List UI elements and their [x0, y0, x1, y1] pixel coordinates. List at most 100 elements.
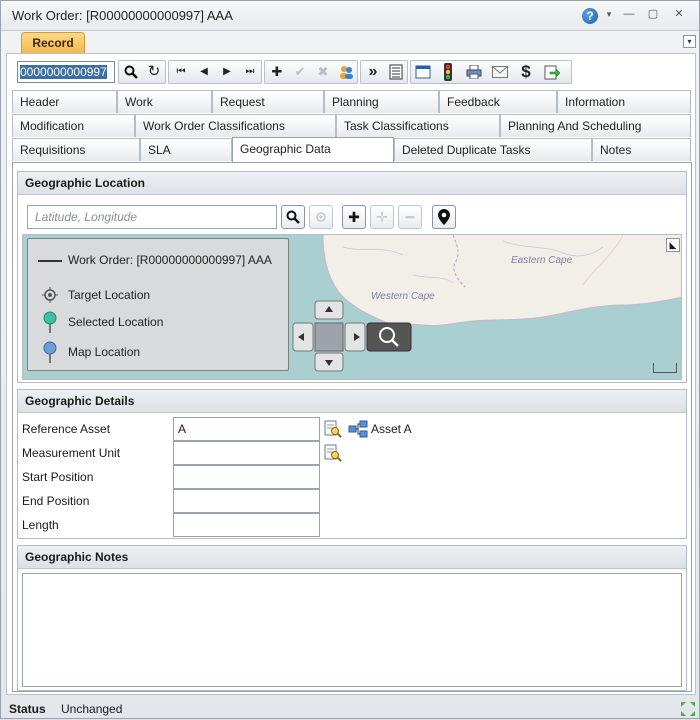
- last-record-icon[interactable]: ⏭: [239, 62, 261, 82]
- tab-deleted-duplicate-tasks[interactable]: Deleted Duplicate Tasks: [394, 138, 592, 161]
- navigation-group: ⏮ ◀ ▶ ⏭: [168, 60, 262, 84]
- record-id-field[interactable]: 0000000000997: [17, 61, 115, 83]
- remove-location-icon[interactable]: ━: [398, 205, 422, 229]
- location-search-button[interactable]: [281, 205, 305, 229]
- length-label: Length: [22, 518, 59, 532]
- start-position-field[interactable]: [173, 465, 320, 489]
- assign-users-icon[interactable]: [335, 62, 357, 82]
- measurement-unit-row: Measurement Unit: [20, 441, 680, 465]
- reference-asset-field[interactable]: A: [173, 417, 320, 441]
- reference-asset-row: Reference Asset A Asset A: [20, 417, 680, 441]
- end-position-field[interactable]: [173, 489, 320, 513]
- lat-long-input[interactable]: Latitude, Longitude: [27, 205, 277, 229]
- legend-work-order: Work Order: [R00000000000997] AAA: [68, 253, 272, 267]
- tab-task-classifications[interactable]: Task Classifications: [336, 114, 500, 137]
- add-icon[interactable]: ✚: [266, 62, 288, 82]
- tab-information[interactable]: Information: [557, 90, 691, 113]
- tab-request[interactable]: Request: [212, 90, 324, 113]
- tab-modification[interactable]: Modification: [12, 114, 135, 137]
- tab-row-2: Modification Work Order Classifications …: [12, 114, 692, 138]
- email-icon[interactable]: [489, 62, 511, 82]
- geographic-data-panel: Geographic Location Latitude, Longitude …: [12, 162, 692, 692]
- geographic-details-section: Geographic Details Reference Asset A Ass…: [17, 389, 687, 539]
- map-pin-icon[interactable]: [432, 205, 456, 229]
- map-location-icon: [42, 341, 58, 363]
- legend-map-location: Map Location: [68, 345, 141, 359]
- measurement-unit-lookup-icon[interactable]: [324, 444, 342, 465]
- refresh-icon[interactable]: ↻: [143, 62, 165, 82]
- tab-row-1: Header Work Request Planning Feedback In…: [12, 90, 692, 114]
- pan-center-button[interactable]: [314, 322, 344, 352]
- geographic-location-section: Geographic Location Latitude, Longitude …: [17, 171, 687, 383]
- legend-target-location: Target Location: [68, 288, 151, 302]
- close-icon[interactable]: ✕: [671, 7, 687, 21]
- measurement-unit-field[interactable]: [173, 441, 320, 465]
- work-order-window: Work Order: [R00000000000997] AAA ? ▾ — …: [0, 0, 700, 719]
- window-icon[interactable]: [412, 62, 434, 82]
- tab-sla[interactable]: SLA: [140, 138, 232, 161]
- title-bar: Work Order: [R00000000000997] AAA ? ▾ — …: [1, 1, 699, 31]
- tab-requisitions[interactable]: Requisitions: [12, 138, 140, 161]
- geographic-notes-textarea[interactable]: [22, 573, 682, 687]
- list-view-icon[interactable]: [385, 62, 407, 82]
- tools-group: $: [410, 60, 572, 84]
- tab-row-3: Requisitions SLA Geographic Data Deleted…: [12, 137, 692, 162]
- record-content: 0000000000997 ↻ ⏮ ◀ ▶ ⏭ ✚ ✔ ✖ » $ Header…: [6, 53, 696, 695]
- work-order-line-icon: [38, 260, 62, 262]
- geographic-details-title: Geographic Details: [18, 390, 686, 413]
- move-location-icon[interactable]: ✛: [370, 205, 394, 229]
- end-position-row: End Position: [20, 489, 340, 513]
- more-group: »: [360, 60, 408, 84]
- dollar-icon[interactable]: $: [515, 62, 537, 82]
- length-row: Length: [20, 513, 340, 537]
- collapse-ribbon-icon[interactable]: ▾: [683, 35, 696, 48]
- search-icon[interactable]: [120, 62, 142, 82]
- tab-work[interactable]: Work: [117, 90, 212, 113]
- tab-planning[interactable]: Planning: [324, 90, 439, 113]
- resize-grip-icon[interactable]: [680, 701, 696, 720]
- length-field[interactable]: [173, 513, 320, 537]
- status-bar: Status Unchanged: [1, 699, 699, 719]
- reference-asset-label: Reference Asset: [22, 422, 111, 436]
- map-zoom-button[interactable]: [366, 322, 412, 352]
- reference-asset-link[interactable]: Asset A: [371, 422, 412, 436]
- end-position-label: End Position: [22, 494, 90, 508]
- first-record-icon[interactable]: ⏮: [170, 62, 192, 82]
- map-pan-control: [291, 299, 415, 378]
- next-record-icon[interactable]: ▶: [216, 62, 238, 82]
- window-title: Work Order: [R00000000000997] AAA: [12, 8, 233, 23]
- tab-geographic-data[interactable]: Geographic Data: [232, 137, 394, 162]
- record-tab[interactable]: Record: [21, 32, 85, 54]
- measurement-unit-label: Measurement Unit: [22, 446, 121, 460]
- help-icon[interactable]: ?: [582, 8, 598, 24]
- search-group: ↻: [118, 60, 166, 84]
- target-location-icon: [42, 287, 58, 303]
- traffic-light-icon[interactable]: [437, 62, 459, 82]
- export-icon[interactable]: [541, 62, 563, 82]
- map-expand-icon[interactable]: ◣: [666, 238, 680, 252]
- geographic-notes-title: Geographic Notes: [18, 546, 686, 569]
- help-dropdown-icon[interactable]: ▾: [601, 7, 617, 21]
- minimize-icon[interactable]: —: [621, 7, 637, 21]
- tab-header[interactable]: Header: [12, 90, 117, 113]
- save-icon[interactable]: ✔: [289, 62, 311, 82]
- geographic-location-title: Geographic Location: [18, 172, 686, 195]
- start-position-label: Start Position: [22, 470, 94, 484]
- maximize-icon[interactable]: ▢: [645, 7, 661, 21]
- print-icon[interactable]: [463, 62, 485, 82]
- tab-feedback[interactable]: Feedback: [439, 90, 557, 113]
- cancel-icon[interactable]: ✖: [312, 62, 334, 82]
- selected-location-icon: [42, 311, 58, 333]
- map-view[interactable]: Western Cape Eastern Cape ◣ Work Order: …: [22, 234, 682, 380]
- tab-work-order-classifications[interactable]: Work Order Classifications: [135, 114, 336, 137]
- status-value: Unchanged: [61, 702, 123, 716]
- asset-hierarchy-icon[interactable]: [348, 420, 368, 441]
- geographic-notes-section: Geographic Notes: [17, 545, 687, 691]
- tab-planning-and-scheduling[interactable]: Planning And Scheduling: [500, 114, 691, 137]
- asset-lookup-icon[interactable]: [324, 420, 342, 441]
- more-actions-icon[interactable]: »: [362, 62, 384, 82]
- locate-target-icon[interactable]: [309, 205, 333, 229]
- tab-notes[interactable]: Notes: [592, 138, 691, 161]
- previous-record-icon[interactable]: ◀: [193, 62, 215, 82]
- add-location-icon[interactable]: ✚: [342, 205, 366, 229]
